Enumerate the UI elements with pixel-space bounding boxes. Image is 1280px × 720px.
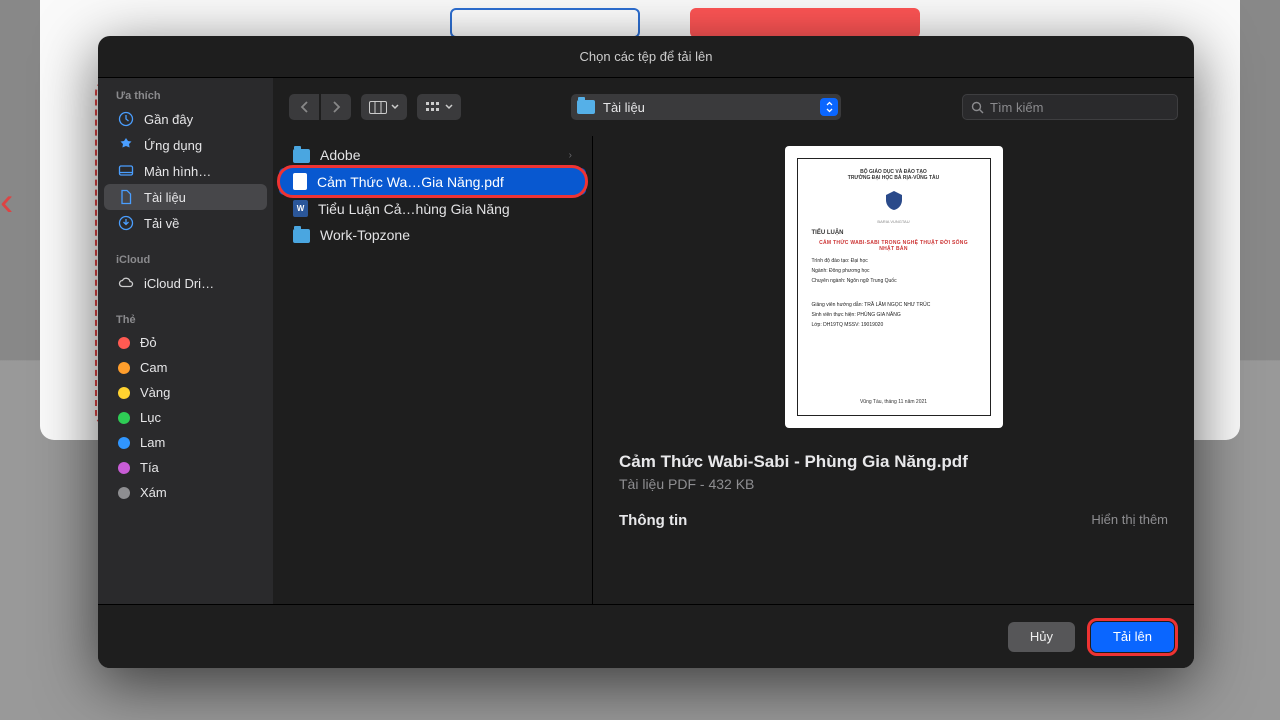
search-input[interactable]: Tìm kiếm [962, 94, 1178, 120]
file-row[interactable]: Cảm Thức Wa…Gia Năng.pdf [279, 168, 586, 195]
preview-show-more[interactable]: Hiển thị thêm [1091, 512, 1168, 529]
bg-clear-button [690, 8, 920, 38]
thumb-school: TRƯỜNG ĐẠI HỌC BÀ RỊA-VŨNG TÀU [848, 175, 939, 181]
thumb-title: CẢM THỨC WABI-SABI TRONG NGHỆ THUẬT ĐỜI … [812, 240, 976, 252]
sidebar-tag-item[interactable]: Đỏ [104, 330, 267, 355]
sidebar-item-icloud[interactable]: iCloud Dri… [104, 270, 267, 296]
cancel-button[interactable]: Hủy [1008, 622, 1075, 652]
nav-back-button[interactable] [289, 94, 319, 120]
chevron-down-icon [391, 104, 399, 110]
thumb-line: Ngành: Đông phương học [812, 268, 870, 274]
location-label: Tài liệu [603, 100, 645, 115]
dialog-title: Chọn các tệp để tải lên [98, 36, 1194, 78]
document-icon [293, 173, 307, 190]
file-name: Adobe [320, 147, 360, 163]
sidebar-tag-item[interactable]: Tía [104, 455, 267, 480]
upload-button[interactable]: Tải lên [1091, 622, 1174, 652]
doc-icon [118, 189, 134, 205]
sidebar-item-label: Cam [140, 360, 167, 375]
preview-pane: BỘ GIÁO DỤC VÀ ĐÀO TẠO TRƯỜNG ĐẠI HỌC BÀ… [593, 136, 1194, 668]
thumb-line: Giảng viên hướng dẫn: TRẦ LÂM NGỌC NHƯ T… [812, 302, 931, 308]
tag-dot-icon [118, 387, 130, 399]
clock-icon [118, 111, 134, 127]
file-list: Adobe › Cảm Thức Wa…Gia Năng.pdf Tiểu Luận … [273, 136, 593, 668]
thumb-line: Chuyên ngành: Ngôn ngữ Trung Quốc [812, 278, 897, 284]
preview-info-label: Thông tin [619, 512, 687, 529]
sidebar-item-label: Tía [140, 460, 159, 475]
chevron-down-icon [445, 104, 453, 110]
sidebar-item-label: Lam [140, 435, 165, 450]
tag-dot-icon [118, 412, 130, 424]
upload-button-label: Tải lên [1113, 629, 1152, 644]
preview-subtitle: Tài liệu PDF - 432 KB [613, 476, 754, 492]
sidebar-item-label: iCloud Dri… [144, 276, 214, 291]
tag-dot-icon [118, 462, 130, 474]
sidebar-item-app[interactable]: Ứng dụng [104, 132, 267, 158]
tag-dot-icon [118, 437, 130, 449]
sidebar-item-desktop[interactable]: Màn hình… [104, 158, 267, 184]
preview-thumbnail: BỘ GIÁO DỤC VÀ ĐÀO TẠO TRƯỜNG ĐẠI HỌC BÀ… [785, 146, 1003, 428]
sidebar-icloud-header: iCloud [98, 250, 273, 270]
thumb-logo-icon [882, 189, 906, 213]
sidebar: Ưa thích Gần đây Ứng dụng Màn hình… Tài liệ… [98, 78, 273, 668]
sidebar-item-label: Tải về [144, 216, 179, 231]
folder-icon [577, 100, 595, 114]
tag-dot-icon [118, 362, 130, 374]
file-name: Tiểu Luận Cả…hùng Gia Năng [318, 201, 510, 217]
preview-filename: Cảm Thức Wabi-Sabi - Phùng Gia Năng.pdf [613, 452, 1174, 472]
tag-dot-icon [118, 337, 130, 349]
view-grid-button[interactable] [417, 94, 461, 120]
file-name: Work-Topzone [320, 227, 410, 243]
sidebar-item-doc[interactable]: Tài liệu [104, 184, 267, 210]
sidebar-tag-item[interactable]: Lục [104, 405, 267, 430]
word-doc-icon [293, 200, 308, 217]
file-row[interactable]: Work-Topzone [279, 222, 586, 248]
folder-icon [293, 229, 310, 243]
file-open-dialog: Chọn các tệp để tải lên Ưa thích Gần đây… [98, 36, 1194, 668]
sidebar-item-label: Gần đây [144, 112, 193, 127]
download-icon [118, 215, 134, 231]
file-name: Cảm Thức Wa…Gia Năng.pdf [317, 174, 504, 190]
sidebar-tag-item[interactable]: Xám [104, 480, 267, 505]
sidebar-tag-item[interactable]: Vàng [104, 380, 267, 405]
sidebar-item-label: Ứng dụng [144, 138, 202, 153]
toolbar: Tài liệu Tìm kiếm [273, 78, 1194, 136]
chevron-right-icon: › [569, 150, 572, 161]
cloud-icon [118, 275, 134, 291]
tag-dot-icon [118, 487, 130, 499]
file-row[interactable]: Tiểu Luận Cả…hùng Gia Năng [279, 195, 586, 222]
sidebar-tag-item[interactable]: Cam [104, 355, 267, 380]
bg-close-icon: ‹ [0, 180, 40, 230]
sidebar-item-label: Tài liệu [144, 190, 186, 205]
sidebar-tag-item[interactable]: Lam [104, 430, 267, 455]
sidebar-item-label: Màn hình… [144, 164, 211, 179]
sidebar-item-download[interactable]: Tải về [104, 210, 267, 236]
main-area: Tài liệu Tìm kiếm Adobe › Cảm Thức Wa…Gia … [273, 78, 1194, 668]
search-icon [971, 101, 984, 114]
thumb-line: Trình độ đào tạo: Đại học [812, 258, 868, 264]
view-columns-button[interactable] [361, 94, 407, 120]
desktop-icon [118, 163, 134, 179]
thumb-date: Vũng Tàu, tháng 11 năm 2021 [860, 399, 927, 405]
sidebar-tags-header: Thẻ [98, 310, 273, 330]
thumb-line: Lớp: DH19TQ MSSV: 19019020 [812, 322, 884, 328]
thumb-line: Sinh viên thực hiện: PHÙNG GIA NĂNG [812, 312, 901, 318]
updown-icon [820, 98, 838, 116]
dialog-footer: Hủy Tải lên [98, 604, 1194, 668]
location-dropdown[interactable]: Tài liệu [571, 94, 841, 120]
thumb-doctype: TIỂU LUẬN [812, 230, 844, 236]
search-placeholder: Tìm kiếm [990, 100, 1043, 115]
bg-upload-button [450, 8, 640, 38]
sidebar-item-label: Xám [140, 485, 167, 500]
nav-forward-button[interactable] [321, 94, 351, 120]
sidebar-item-label: Vàng [140, 385, 170, 400]
sidebar-item-clock[interactable]: Gần đây [104, 106, 267, 132]
file-row[interactable]: Adobe › [279, 142, 586, 168]
folder-icon [293, 149, 310, 163]
sidebar-favorites-header: Ưa thích [98, 86, 273, 106]
sidebar-item-label: Lục [140, 410, 161, 425]
sidebar-item-label: Đỏ [140, 335, 157, 350]
app-icon [118, 137, 134, 153]
